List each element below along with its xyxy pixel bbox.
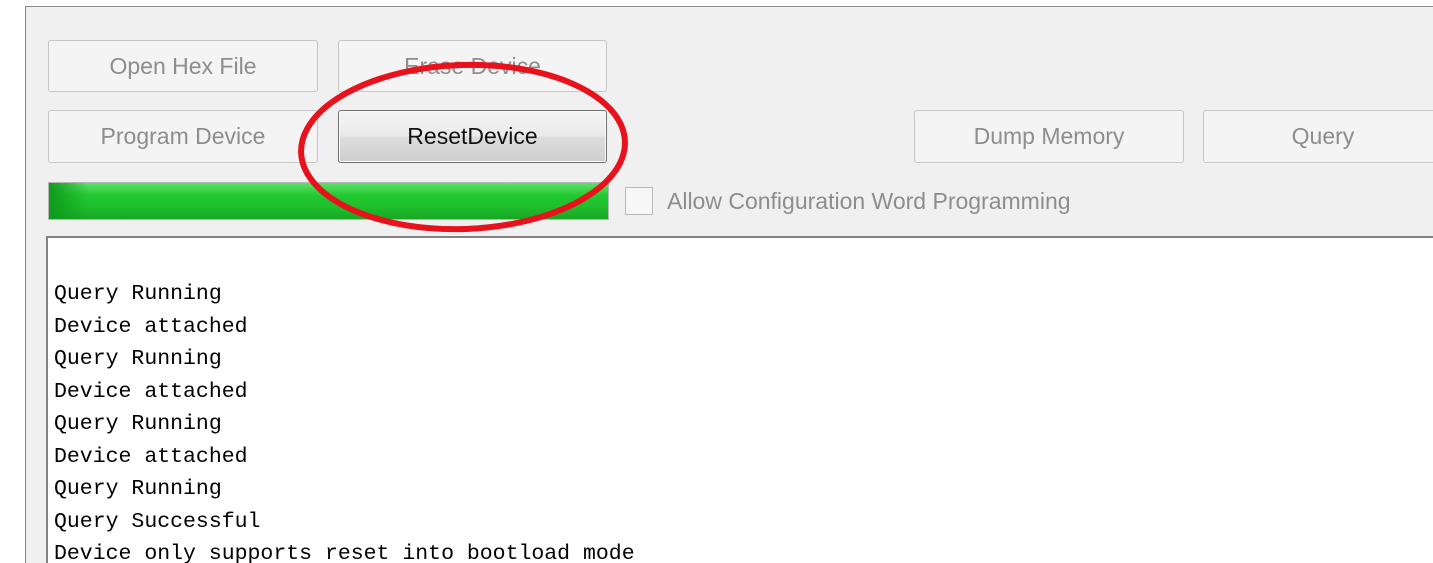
log-line: Device attached <box>54 314 248 339</box>
log-line: Query Running <box>54 347 222 371</box>
log-line: Device attached <box>54 379 248 404</box>
dump-memory-button[interactable]: Dump Memory <box>914 110 1184 163</box>
log-line: Device only supports reset into bootload… <box>54 542 635 563</box>
progress-bar <box>48 182 609 220</box>
config-word-checkbox[interactable] <box>625 187 653 215</box>
log-line: Device attached <box>54 444 248 469</box>
program-device-button[interactable]: Program Device <box>48 110 318 163</box>
log-line: Query Running <box>54 477 222 501</box>
log-line: Query Successful <box>54 509 261 534</box>
config-word-label[interactable]: Allow Configuration Word Programming <box>667 184 1071 218</box>
output-log[interactable]: Query Running Device attached Query Runnin… <box>46 236 1433 563</box>
reset-device-button[interactable]: ResetDevice <box>338 110 607 163</box>
log-line: Query Running <box>54 412 222 436</box>
erase-device-button[interactable]: Erase Device <box>338 40 607 92</box>
progress-fill <box>49 183 608 219</box>
screenshot-frame: Open Hex File Erase Device Program Devic… <box>0 0 1433 563</box>
open-hex-file-button[interactable]: Open Hex File <box>48 40 318 92</box>
query-button[interactable]: Query <box>1203 110 1433 163</box>
log-line: Query Running <box>54 282 222 306</box>
